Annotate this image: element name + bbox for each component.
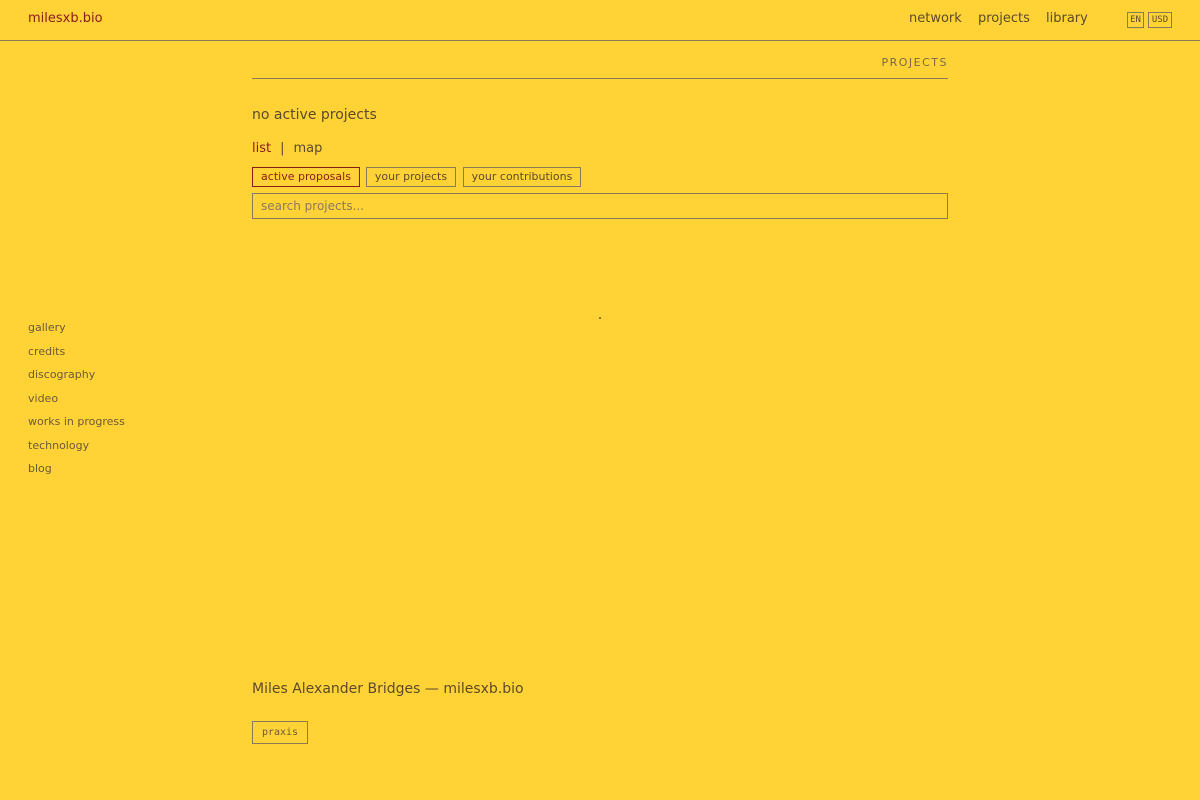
sidebar-item-technology[interactable]: technology [28, 439, 125, 463]
footer-tag-praxis[interactable]: praxis [252, 721, 308, 744]
sidebar-item-credits[interactable]: credits [28, 345, 125, 369]
sidebar-item-works-in-progress[interactable]: works in progress [28, 415, 125, 439]
filter-your-projects[interactable]: your projects [366, 167, 456, 187]
nav-link-projects[interactable]: projects [978, 11, 1030, 26]
view-toggle-separator: | [280, 141, 285, 156]
top-navigation-bar: milesxb.bio network projects library EN … [0, 0, 1200, 41]
projects-status-text: no active projects [252, 107, 377, 123]
nav-link-library[interactable]: library [1046, 11, 1088, 26]
sidebar-nav: gallery credits discography video works … [28, 321, 125, 486]
view-map-toggle[interactable]: map [293, 141, 322, 156]
view-list-toggle[interactable]: list [252, 141, 271, 156]
nav-link-network[interactable]: network [909, 11, 962, 26]
filter-your-contributions[interactable]: your contributions [463, 167, 581, 187]
site-brand-link[interactable]: milesxb.bio [28, 11, 103, 26]
sidebar-item-video[interactable]: video [28, 392, 125, 416]
search-projects-input[interactable] [252, 193, 948, 219]
sidebar-item-gallery[interactable]: gallery [28, 321, 125, 345]
language-selector[interactable]: EN [1127, 12, 1144, 28]
sidebar-item-discography[interactable]: discography [28, 368, 125, 392]
filter-active-proposals[interactable]: active proposals [252, 167, 360, 187]
loading-indicator [599, 317, 601, 319]
currency-selector[interactable]: USD [1148, 12, 1172, 28]
sidebar-item-blog[interactable]: blog [28, 462, 125, 486]
view-toggle: list | map [252, 141, 322, 156]
footer-title: Miles Alexander Bridges — milesxb.bio [252, 681, 524, 697]
section-heading: PROJECTS [252, 56, 948, 79]
